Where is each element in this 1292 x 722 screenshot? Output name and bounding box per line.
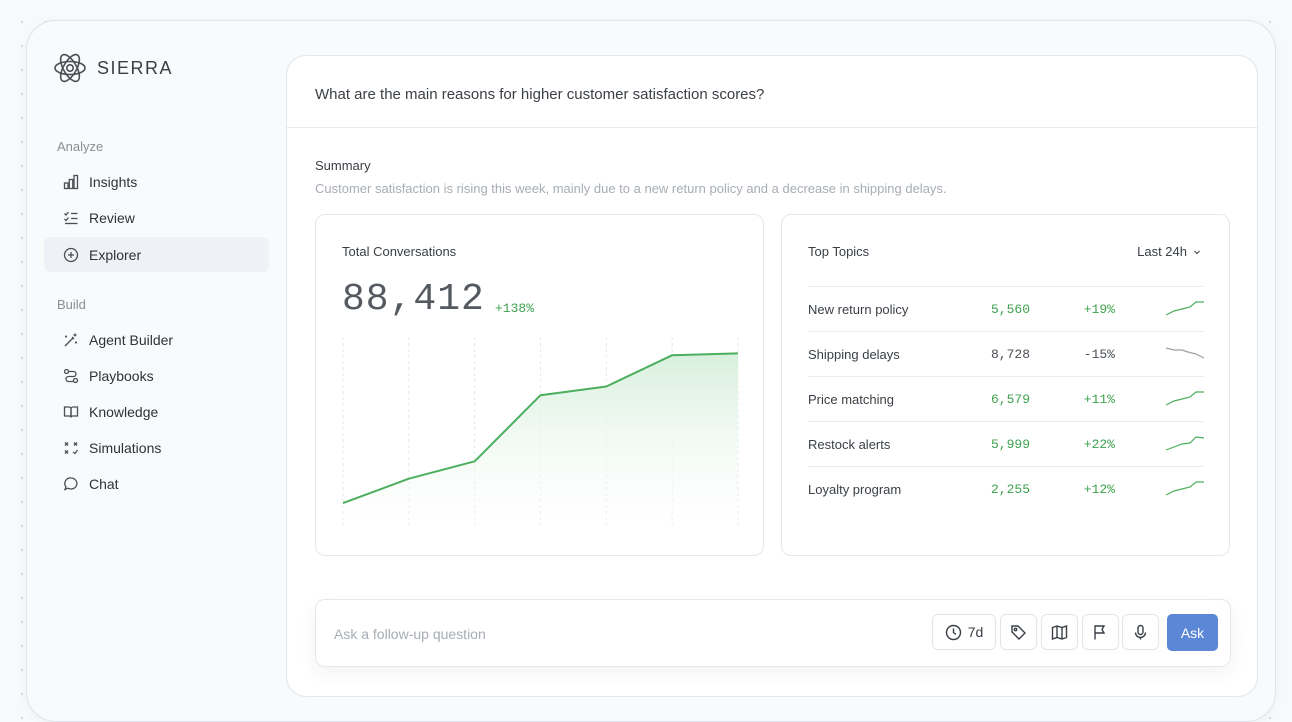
- shuffle-icon: [64, 441, 79, 454]
- nav-section-build: Build: [57, 297, 86, 312]
- topic-change: -15%: [1083, 347, 1115, 362]
- sidebar-item-label: Explorer: [89, 246, 142, 263]
- topic-count: 8,728: [990, 347, 1030, 362]
- topic-row[interactable]: Loyalty program 2,255 +12%: [808, 466, 1204, 512]
- sidebar-item-insights[interactable]: Insights: [44, 164, 269, 199]
- checklist-icon: [64, 211, 78, 224]
- topic-change: +19%: [1083, 302, 1115, 317]
- topic-change: +11%: [1083, 392, 1115, 407]
- summary-title: Summary: [315, 158, 371, 173]
- plus-circle-icon: [63, 247, 79, 262]
- sidebar-item-review[interactable]: Review: [44, 200, 269, 235]
- sidebar-item-simulations[interactable]: Simulations: [44, 430, 269, 465]
- topic-name: Loyalty program: [808, 482, 902, 497]
- topic-name: New return policy: [808, 302, 909, 317]
- route-icon: [63, 368, 79, 383]
- sparkline: [1166, 436, 1204, 451]
- sparkline: [1166, 347, 1204, 359]
- time-range-label: Last 24h: [1137, 244, 1187, 259]
- sidebar-item-label: Playbooks: [89, 367, 154, 384]
- topic-row[interactable]: Restock alerts 5,999 +22%: [808, 421, 1204, 467]
- time-range-dropdown[interactable]: Last 24h: [1137, 244, 1201, 259]
- sidebar-item-label: Review: [89, 209, 135, 226]
- topic-name: Restock alerts: [808, 437, 891, 452]
- brand-logo[interactable]: SIERRA: [53, 51, 173, 85]
- card-title: Top Topics: [808, 244, 870, 259]
- sidebar-item-chat[interactable]: Chat: [44, 466, 269, 501]
- map-button[interactable]: [1041, 614, 1078, 650]
- sidebar-item-label: Simulations: [89, 439, 162, 456]
- follow-up-bar: 7d Ask: [315, 599, 1231, 667]
- divider: [287, 127, 1257, 128]
- topic-count: 6,579: [990, 392, 1030, 407]
- sidebar-item-label: Knowledge: [89, 403, 159, 420]
- sidebar-item-playbooks[interactable]: Playbooks: [44, 358, 269, 393]
- topic-count: 5,560: [990, 302, 1030, 317]
- chat-bubble-icon: [63, 476, 78, 491]
- summary-text: Customer satisfaction is rising this wee…: [315, 181, 947, 196]
- sidebar-item-explorer[interactable]: Explorer: [44, 237, 269, 272]
- microphone-icon: [1134, 624, 1147, 639]
- sidebar-item-agent-builder[interactable]: Agent Builder: [44, 322, 269, 357]
- topic-row[interactable]: Shipping delays 8,728 -15%: [808, 331, 1204, 377]
- topic-name: Price matching: [808, 392, 894, 407]
- time-filter-button[interactable]: 7d: [932, 614, 996, 650]
- time-filter-label: 7d: [967, 624, 984, 640]
- atom-logo-icon: [54, 53, 86, 83]
- topic-change: +12%: [1083, 482, 1115, 497]
- clock-icon: [945, 624, 961, 640]
- query-text: What are the main reasons for higher cus…: [315, 86, 765, 103]
- map-icon: [1051, 624, 1068, 640]
- flag-icon: [1094, 624, 1106, 639]
- sidebar-item-knowledge[interactable]: Knowledge: [44, 394, 269, 429]
- conversations-area-chart: [342, 337, 739, 527]
- sparkline: [1166, 391, 1204, 406]
- topic-row[interactable]: Price matching 6,579 +11%: [808, 376, 1204, 422]
- tag-icon: [1011, 624, 1026, 640]
- total-conversations-value: 88,412: [342, 278, 485, 321]
- nav-section-analyze: Analyze: [57, 139, 104, 154]
- sparkline: [1166, 301, 1204, 316]
- bar-chart-icon: [63, 174, 79, 189]
- topic-name: Shipping delays: [808, 347, 900, 362]
- total-conversations-change: +138%: [495, 301, 535, 316]
- top-topics-card: Top Topics Last 24h New return policy 5,5…: [781, 214, 1230, 556]
- sparkline: [1166, 481, 1204, 496]
- sidebar-item-label: Agent Builder: [89, 331, 174, 348]
- tag-button[interactable]: [1000, 614, 1037, 650]
- microphone-button[interactable]: [1122, 614, 1159, 650]
- total-conversations-card: Total Conversations 88,412 +138%: [315, 214, 764, 556]
- card-title: Total Conversations: [342, 244, 457, 259]
- topic-count: 5,999: [990, 437, 1030, 452]
- sidebar-item-label: Insights: [89, 173, 138, 190]
- magic-wand-icon: [64, 333, 77, 346]
- topic-count: 2,255: [990, 482, 1030, 497]
- chevron-down-icon: [1194, 250, 1200, 254]
- topic-row[interactable]: New return policy 5,560 +19%: [808, 286, 1204, 332]
- flag-button[interactable]: [1082, 614, 1119, 650]
- topic-change: +22%: [1083, 437, 1115, 452]
- explorer-panel: What are the main reasons for higher cus…: [286, 55, 1258, 697]
- brand-name: SIERRA: [97, 57, 174, 78]
- book-icon: [63, 405, 79, 418]
- ask-button[interactable]: Ask: [1167, 614, 1218, 651]
- follow-up-input[interactable]: [332, 614, 916, 654]
- sidebar-item-label: Chat: [89, 475, 119, 492]
